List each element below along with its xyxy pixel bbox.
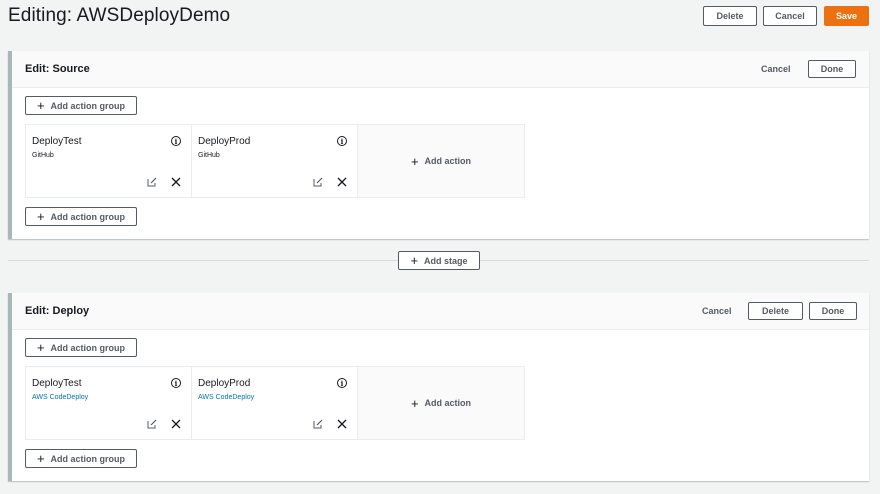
close-icon[interactable] [337, 177, 347, 187]
plus-icon: + [36, 340, 45, 355]
plus-icon: + [410, 153, 419, 169]
stage-title: Edit: Source [25, 63, 90, 75]
add-action-label: Add action [424, 156, 472, 166]
info-icon[interactable]: i [337, 378, 347, 388]
action-card[interactable]: DeployProd AWS CodeDeploy i [192, 367, 358, 439]
info-icon[interactable]: i [337, 136, 347, 146]
stage-deploy: Edit: Deploy Cancel Delete Done + Add ac… [8, 293, 869, 481]
stage-source: Edit: Source Cancel Done + Add action gr… [8, 51, 869, 239]
add-action-group-button[interactable]: + Add action group [25, 96, 137, 115]
action-name: DeployProd [198, 378, 251, 389]
info-icon[interactable]: i [171, 378, 181, 388]
page-header: Editing: AWSDeployDemo Delete Cancel Sav… [0, 0, 880, 36]
action-group: DeployTest AWS CodeDeploy i DeployProd A… [25, 366, 525, 440]
action-provider: GitHub [198, 152, 220, 159]
action-name: DeployTest [32, 378, 82, 389]
stage-header: Edit: Deploy Cancel Delete Done [12, 293, 869, 330]
add-action-group-label: Add action group [50, 100, 126, 111]
edit-icon[interactable] [313, 419, 323, 429]
close-icon[interactable] [337, 419, 347, 429]
stage-header: Edit: Source Cancel Done [12, 51, 869, 88]
close-icon[interactable] [171, 177, 181, 187]
action-group: DeployTest GitHub i DeployProd GitHub i [25, 124, 525, 198]
add-action-button[interactable]: + Add action [358, 125, 524, 197]
stage-cancel-button[interactable]: Cancel [761, 64, 791, 74]
plus-icon: + [36, 451, 45, 466]
action-name: DeployProd [198, 136, 251, 147]
action-name: DeployTest [32, 136, 82, 147]
stage-done-button[interactable]: Done [808, 60, 856, 78]
action-card[interactable]: DeployProd GitHub i [192, 125, 358, 197]
info-icon[interactable]: i [171, 136, 181, 146]
action-provider-link[interactable]: AWS CodeDeploy [32, 394, 88, 401]
delete-pipeline-button[interactable]: Delete [703, 6, 757, 26]
edit-icon[interactable] [147, 177, 157, 187]
action-card[interactable]: DeployTest AWS CodeDeploy i [26, 367, 192, 439]
add-action-group-button[interactable]: + Add action group [25, 207, 137, 226]
stage-delete-button[interactable]: Delete [748, 302, 803, 320]
plus-icon: + [410, 253, 419, 268]
add-action-label: Add action [424, 398, 472, 408]
add-action-group-label: Add action group [50, 342, 126, 353]
edit-icon[interactable] [147, 419, 157, 429]
add-action-group-button[interactable]: + Add action group [25, 338, 137, 357]
plus-icon: + [36, 98, 45, 113]
close-icon[interactable] [171, 419, 181, 429]
edit-icon[interactable] [313, 177, 323, 187]
add-action-group-button[interactable]: + Add action group [25, 449, 137, 468]
action-provider: GitHub [32, 152, 54, 159]
stage-title: Edit: Deploy [25, 305, 90, 317]
plus-icon: + [36, 209, 45, 224]
stage-done-button[interactable]: Done [809, 302, 857, 320]
cancel-pipeline-button[interactable]: Cancel [763, 6, 817, 26]
save-pipeline-button[interactable]: Save [824, 6, 869, 26]
stage-cancel-button[interactable]: Cancel [702, 306, 732, 316]
add-action-group-label: Add action group [50, 211, 126, 222]
add-stage-button[interactable]: + Add stage [398, 251, 480, 270]
add-action-group-label: Add action group [50, 453, 126, 464]
page-title: Editing: AWSDeployDemo [8, 5, 231, 26]
plus-icon: + [410, 395, 419, 411]
add-stage-label: Add stage [424, 255, 468, 266]
add-action-button[interactable]: + Add action [358, 367, 524, 439]
action-card[interactable]: DeployTest GitHub i [26, 125, 192, 197]
action-provider-link[interactable]: AWS CodeDeploy [198, 394, 254, 401]
